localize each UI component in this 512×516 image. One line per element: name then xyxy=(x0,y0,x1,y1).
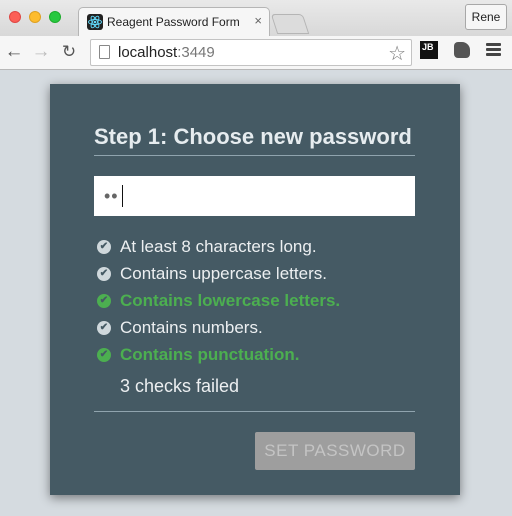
check-label: Contains numbers. xyxy=(120,317,263,337)
evernote-extension-icon[interactable] xyxy=(454,42,470,58)
bookmark-star-icon[interactable]: ☆ xyxy=(388,41,406,66)
form-title: Step 1: Choose new password xyxy=(94,124,412,149)
checks-summary: 3 checks failed xyxy=(120,376,240,396)
close-window-button[interactable] xyxy=(9,11,21,23)
check-circle-icon: ✔ xyxy=(97,239,111,254)
url-port: :3449 xyxy=(177,44,215,61)
password-check-item: ✔ Contains punctuation. xyxy=(97,341,340,368)
url-text[interactable]: localhost:3449 xyxy=(118,44,215,61)
address-bar[interactable]: localhost:3449 ☆ xyxy=(90,39,412,66)
url-host: localhost xyxy=(118,44,178,61)
page-icon xyxy=(99,45,110,59)
maximize-window-button[interactable] xyxy=(49,11,61,23)
browser-tab[interactable]: Reagent Password Form × xyxy=(78,7,270,36)
check-circle-icon: ✔ xyxy=(97,293,111,308)
password-form-card: Step 1: Choose new password ✔ At least 8 … xyxy=(50,84,460,495)
tab-title: Reagent Password Form xyxy=(107,15,240,29)
check-circle-icon: ✔ xyxy=(97,347,111,362)
check-label: At least 8 characters long. xyxy=(120,236,317,256)
forward-icon[interactable]: → xyxy=(30,41,52,63)
jetbrains-extension-icon[interactable]: JB xyxy=(420,41,438,59)
set-password-button[interactable]: SET PASSWORD xyxy=(255,432,415,470)
password-checks-list: ✔ At least 8 characters long. ✔ Contains up… xyxy=(97,233,340,368)
password-check-item: ✔ At least 8 characters long. xyxy=(97,233,340,260)
profile-button[interactable]: Rene xyxy=(465,4,507,30)
menu-icon[interactable] xyxy=(486,43,501,57)
title-divider xyxy=(94,155,415,156)
react-icon xyxy=(87,14,103,30)
password-check-item: ✔ Contains uppercase letters. xyxy=(97,260,340,287)
check-circle-icon: ✔ xyxy=(97,266,111,281)
check-label: Contains uppercase letters. xyxy=(120,263,327,283)
back-icon[interactable]: ← xyxy=(3,41,25,63)
password-input[interactable] xyxy=(94,176,415,216)
password-check-item: ✔ Contains lowercase letters. xyxy=(97,287,340,314)
password-check-item: ✔ Contains numbers. xyxy=(97,314,340,341)
tab-close-icon[interactable]: × xyxy=(254,13,262,28)
new-tab-button[interactable] xyxy=(270,14,310,34)
footer-divider xyxy=(94,411,415,412)
browser-titlebar: Reagent Password Form × Rene xyxy=(0,0,512,36)
reload-icon[interactable]: ↻ xyxy=(58,41,80,63)
check-label: Contains lowercase letters. xyxy=(120,290,341,310)
text-caret xyxy=(122,185,123,207)
check-label: Contains punctuation. xyxy=(120,344,300,364)
minimize-window-button[interactable] xyxy=(29,11,41,23)
check-circle-icon: ✔ xyxy=(97,320,111,335)
